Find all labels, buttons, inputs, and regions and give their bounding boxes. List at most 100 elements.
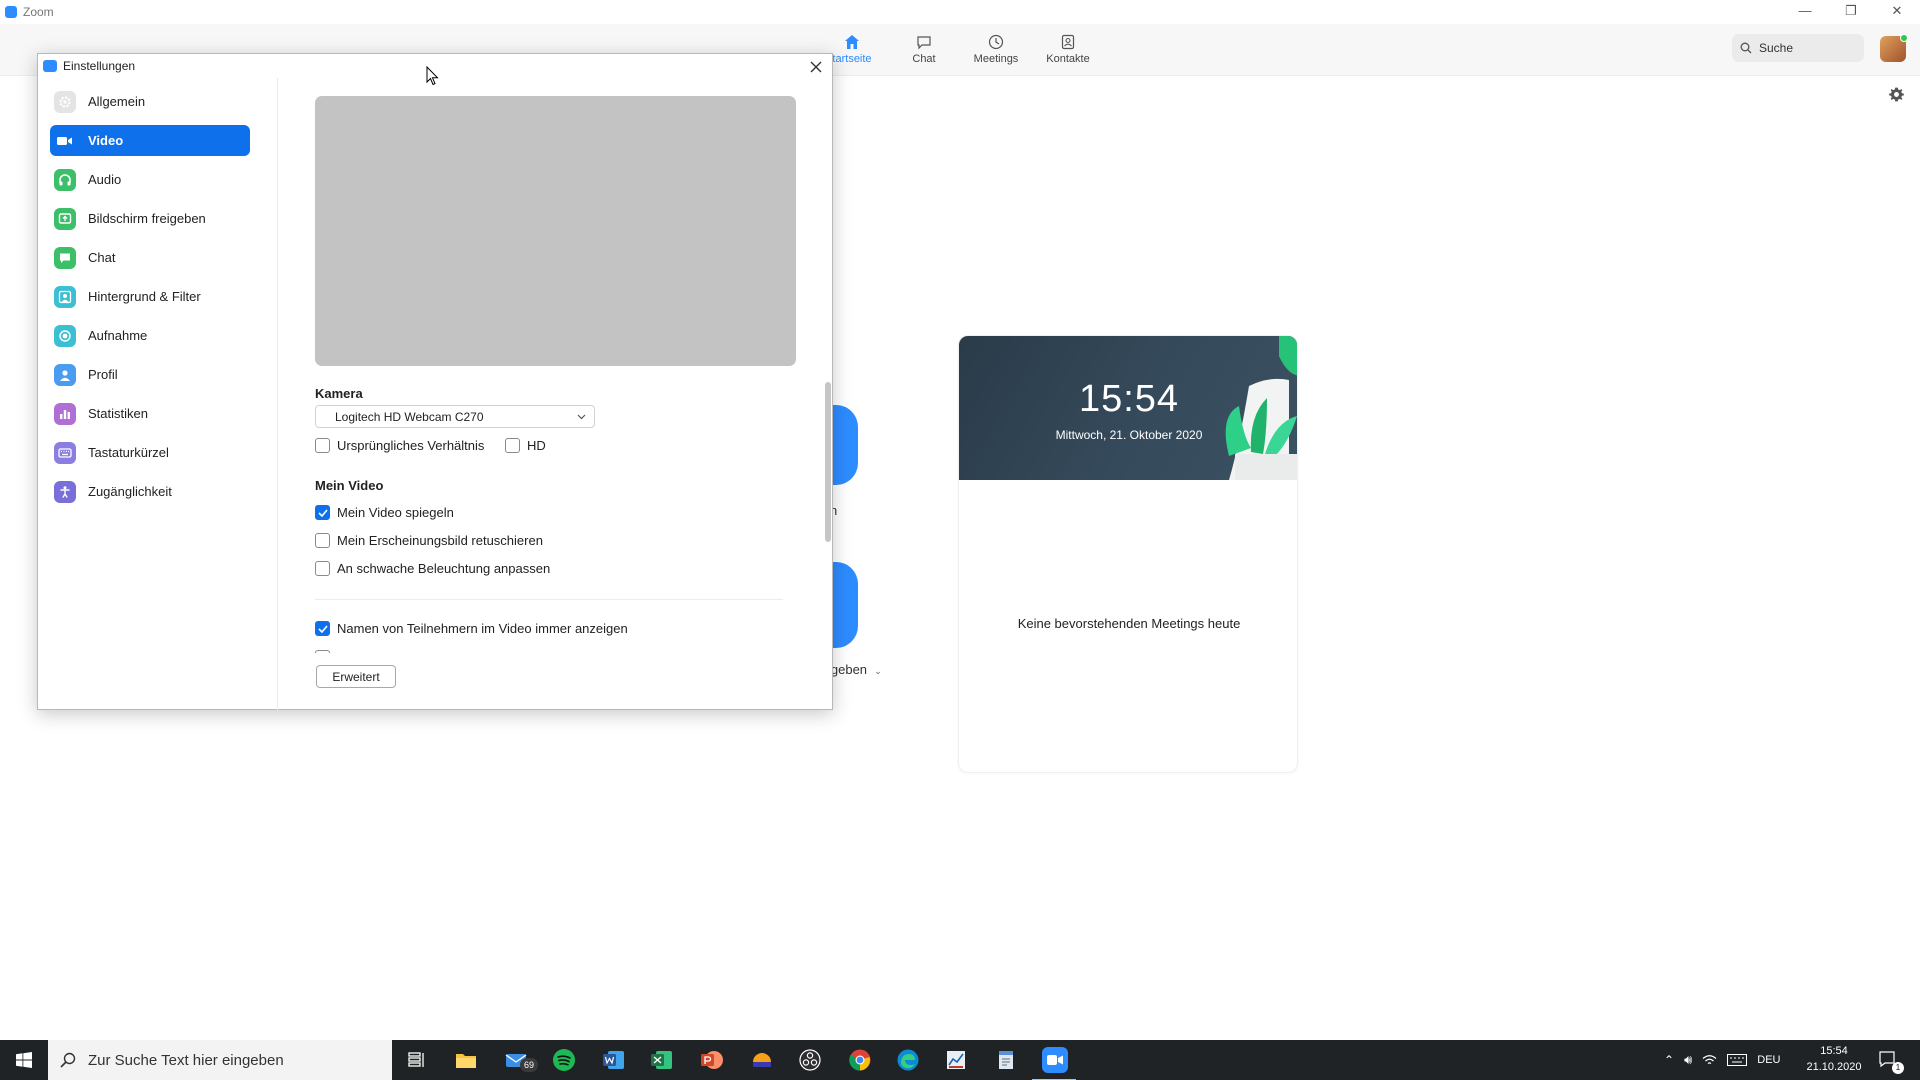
sidebar-label: Hintergrund & Filter [88,289,201,304]
statistics-icon [54,402,76,425]
edge-icon[interactable] [896,1048,920,1072]
settings-dialog: Einstellungen Allgemein Video Audio Bild… [37,53,833,710]
volume-icon[interactable]: 🔊︎ [1684,1052,1692,1068]
sidebar-item-zugaenglichkeit[interactable]: Zugänglichkeit [50,476,250,507]
chrome-icon[interactable] [848,1048,872,1072]
sidebar-item-video[interactable]: Video [50,125,250,156]
spotify-icon[interactable] [552,1048,576,1072]
file-explorer-icon[interactable] [454,1048,478,1072]
checkbox-label: Ursprüngliches Verhältnis [337,438,485,453]
low-light-checkbox[interactable]: An schwache Beleuchtung anpassen [315,561,550,576]
sidebar-label: Audio [88,172,122,187]
tab-contacts[interactable]: Kontakte [1034,28,1102,72]
chart-app-icon[interactable] [944,1048,968,1072]
taskbar-search[interactable]: Zur Suche Text hier eingeben [48,1040,392,1080]
home-icon [845,35,859,49]
taskbar-search-placeholder: Zur Suche Text hier eingeben [88,1051,284,1069]
settings-title: Einstellungen [63,59,136,73]
search-box[interactable]: Suche [1732,34,1864,62]
my-video-label: Mein Video [315,478,384,493]
original-ratio-checkbox[interactable]: Ursprüngliches Verhältnis [315,438,484,453]
checkbox-box [315,561,330,576]
obs-icon[interactable] [798,1048,822,1072]
windows-logo-icon [16,1052,32,1068]
taskbar-date: 21.10.2020 [1806,1061,1862,1073]
camera-select[interactable]: Logitech HD Webcam C270 [315,405,595,428]
section-divider [315,599,783,600]
zoom-dialog-icon [43,60,57,72]
sidebar-label: Video [88,133,124,148]
chat-icon [917,36,931,50]
checkmark-icon [317,624,328,633]
share-screen-icon [54,207,76,230]
sidebar-item-hintergrund-filter[interactable]: Hintergrund & Filter [50,281,250,312]
clipped-checkbox[interactable] [315,650,330,653]
keyboard-layout-icon[interactable] [1727,1054,1748,1066]
keyboard-icon [54,441,76,464]
app-drive-icon[interactable] [750,1048,774,1072]
window-controls: — ❐ ✕ [1782,0,1920,24]
record-icon [54,324,76,347]
tab-home-label: tartseite [832,53,872,65]
checkbox-label: An schwache Beleuchtung anpassen [337,561,551,576]
sidebar-label: Zugänglichkeit [88,484,172,499]
share-screen-label: igeben ⌄ [828,662,882,677]
language-indicator[interactable]: DEU [1757,1054,1780,1066]
sidebar-label: Profil [88,367,118,382]
minimize-button[interactable]: — [1782,0,1828,24]
hd-checkbox[interactable]: HD [505,438,546,453]
sidebar-label: Chat [88,250,116,265]
sidebar-item-allgemein[interactable]: Allgemein [50,86,250,117]
video-preview [315,96,796,366]
mirror-video-checkbox[interactable]: Mein Video spiegeln [315,505,454,520]
upcoming-meetings-card: 15:54 Mittwoch, 21. Oktober 2020 Keine b… [958,335,1298,773]
settings-gear-icon[interactable] [1888,86,1905,103]
clock-time: 15:54 [1078,378,1180,420]
sidebar-item-audio[interactable]: Audio [50,164,250,195]
word-icon[interactable] [602,1048,626,1072]
checkbox-label: Namen von Teilnehmern im Video immer anz… [337,621,628,636]
sidebar-item-statistiken[interactable]: Statistiken [50,398,250,429]
sidebar-label: Aufnahme [88,328,148,343]
zoom-taskbar-icon[interactable] [1032,1047,1076,1080]
scrollbar-thumb[interactable] [825,382,831,542]
tab-chat[interactable]: Chat [890,28,958,72]
show-names-checkbox[interactable]: Namen von Teilnehmern im Video immer anz… [315,621,628,636]
close-window-button[interactable]: ✕ [1874,0,1920,24]
wifi-icon[interactable] [1702,1054,1717,1066]
zoom-app-icon [5,6,17,18]
headphones-icon [54,168,76,191]
notepad-icon[interactable] [994,1048,1018,1072]
chevron-down-icon[interactable]: ⌄ [874,666,882,676]
sidebar-item-aufnahme[interactable]: Aufnahme [50,320,250,351]
background-person-icon [54,285,76,308]
no-meetings-text: Keine bevorstehenden Meetings heute [1017,616,1241,631]
camera-label: Kamera [315,386,363,401]
advanced-button[interactable]: Erweitert [316,665,396,688]
touch-up-checkbox[interactable]: Mein Erscheinungsbild retuschieren [315,533,543,548]
taskbar-clock[interactable]: 15:54 21.10.2020 [1800,1043,1868,1075]
checkbox-label: HD [527,438,546,453]
zoom-camera-icon [1047,1055,1063,1065]
sidebar-item-profil[interactable]: Profil [50,359,250,390]
powerpoint-icon[interactable] [700,1048,724,1072]
sidebar-item-tastaturkuerzel[interactable]: Tastaturkürzel [50,437,250,468]
mouse-cursor-icon [426,66,439,86]
start-button[interactable] [0,1040,48,1080]
checkbox-label: Mein Video spiegeln [337,505,454,520]
sidebar-label: Tastaturkürzel [88,445,169,460]
excel-icon[interactable] [650,1048,674,1072]
user-avatar[interactable] [1880,34,1908,62]
sidebar-item-bildschirm-freigeben[interactable]: Bildschirm freigeben [50,203,250,234]
task-view-icon[interactable] [404,1048,428,1072]
restore-button[interactable]: ❐ [1828,0,1874,24]
windows-taskbar: Zur Suche Text hier eingeben 69 ⌃ 🔊︎ DEU… [0,1040,1920,1080]
tray-chevron-up-icon[interactable]: ⌃ [1664,1053,1674,1067]
chevron-down-icon [577,414,586,420]
close-icon[interactable] [806,57,826,77]
sidebar-item-chat[interactable]: Chat [50,242,250,273]
checkbox-box [315,533,330,548]
card-header: 15:54 Mittwoch, 21. Oktober 2020 [959,336,1297,480]
sidebar-label: Bildschirm freigeben [88,211,206,226]
tab-meetings[interactable]: Meetings [962,28,1030,72]
